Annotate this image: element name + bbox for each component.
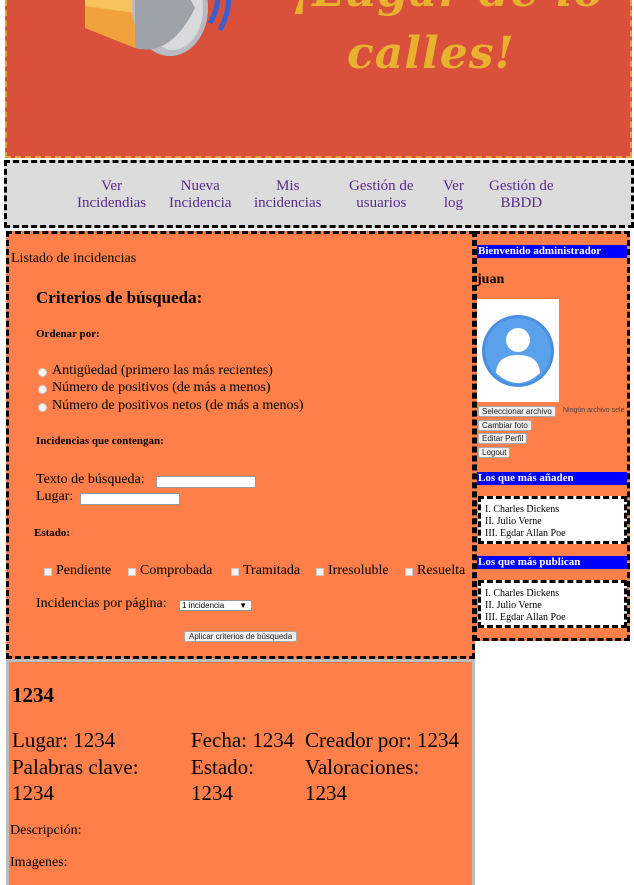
slogan-line-1: ¡Lugar de lo: [292, 0, 604, 17]
change-photo-button[interactable]: Cambiar foto: [478, 420, 532, 431]
nav-item-ver-incidencias[interactable]: Ver Incidendias: [77, 178, 146, 212]
radio-order-positives[interactable]: [38, 385, 47, 394]
top-publishers-title: Los que más publican: [477, 556, 627, 569]
incident-id: 1234: [12, 683, 54, 707]
user-avatar-icon: [482, 315, 554, 387]
list-item: I. Charles Dickens: [485, 588, 560, 599]
incident-date: Fecha: 1234: [191, 728, 295, 752]
incident-place: Lugar: 1234: [12, 728, 116, 752]
choose-file-button[interactable]: Seleccionar archivo: [478, 406, 556, 417]
list-item: II. Julio Verne: [485, 516, 542, 527]
status-option-pendiente: Pendiente: [56, 563, 112, 578]
per-page-label: Incidencias por página:: [36, 596, 167, 611]
order-option-positives: Número de positivos (de más a menos): [52, 380, 271, 395]
nav-item-ver-log[interactable]: Ver log: [443, 178, 464, 212]
incident-keywords-value: 1234: [12, 781, 54, 805]
search-text-input[interactable]: [156, 476, 256, 488]
incident-keywords-label: Palabras clave:: [12, 755, 139, 779]
welcome-banner: Bienvenido administrador: [477, 245, 627, 258]
nav-label: Ver: [443, 178, 464, 194]
nav-item-gestion-usuarios[interactable]: Gestión de usuarios: [349, 178, 414, 212]
status-option-tramitada: Tramitada: [243, 563, 301, 578]
slogan-line-2: calles!: [347, 28, 515, 79]
incident-creator: Creador por: 1234: [305, 728, 459, 752]
nav-item-mis-incidencias[interactable]: Mis incidencias: [254, 178, 321, 212]
nav-label: Nueva: [180, 178, 220, 194]
incident-images-label: Imagenes:: [10, 855, 68, 870]
edit-profile-button[interactable]: Editar Perfil: [478, 433, 528, 444]
status-label: Estado:: [34, 527, 71, 539]
user-sidebar: Bienvenido administrador juan Selecciona…: [474, 231, 630, 641]
nav-item-nueva-incidencia[interactable]: Nueva Incidencia: [169, 178, 231, 212]
nav-label: Incidendias: [77, 195, 147, 211]
page-title: Listado de incidencias: [11, 251, 137, 266]
status-option-irresoluble: Irresoluble: [328, 563, 389, 578]
top-adders-list: I. Charles Dickens II. Julio Verne III. …: [478, 496, 627, 544]
checkbox-irresoluble[interactable]: [316, 568, 324, 576]
list-item: III. Egdar Allan Poe: [485, 612, 566, 623]
incident-description-label: Descripción:: [10, 823, 82, 838]
checkbox-comprobada[interactable]: [128, 568, 136, 576]
per-page-select[interactable]: 1 incidencia ▼: [179, 600, 252, 611]
radio-order-age[interactable]: [38, 368, 47, 377]
per-page-value: 1 incidencia: [182, 601, 225, 610]
nav-label: Incidencia: [169, 195, 232, 211]
nav-item-gestion-bbdd[interactable]: Gestión de BBDD: [489, 178, 554, 212]
chevron-down-icon: ▼: [239, 601, 247, 610]
order-option-net-positives: Número de positivos netos (de más a meno…: [52, 398, 304, 413]
nav-label: log: [443, 195, 463, 211]
nav-label: BBDD: [500, 195, 543, 211]
nav-label: Gestión de: [349, 178, 414, 194]
nav-label: Gestión de: [489, 178, 554, 194]
list-item: II. Julio Verne: [485, 600, 542, 611]
avatar: [477, 299, 559, 402]
incident-status-value: 1234: [191, 781, 233, 805]
order-option-age: Antigüedad (primero las más recientes): [52, 363, 273, 378]
place-input[interactable]: [80, 493, 180, 505]
username: juan: [477, 272, 505, 287]
nav-label: incidencias: [254, 195, 322, 211]
header-banner: ¡Lugar de lo calles!: [5, 0, 632, 158]
checkbox-tramitada[interactable]: [231, 568, 239, 576]
checkbox-resuelta[interactable]: [405, 568, 413, 576]
top-adders-title: Los que más añaden: [477, 472, 627, 485]
nav-label: Ver: [101, 178, 122, 194]
checkbox-pendiente[interactable]: [44, 568, 52, 576]
list-item: III. Egdar Allan Poe: [485, 528, 566, 539]
incident-ratings-label: Valoraciones:: [305, 755, 420, 779]
megaphone-icon: [85, 0, 231, 56]
criteria-heading: Criterios de búsqueda:: [36, 288, 203, 307]
contains-label: Incidencias que contengan:: [36, 435, 164, 447]
incident-ratings-value: 1234: [305, 781, 347, 805]
nav-label: usuarios: [356, 195, 407, 211]
listing-panel: Listado de incidencias Criterios de búsq…: [6, 231, 475, 659]
incident-status-label: Estado:: [191, 755, 254, 779]
top-publishers-list: I. Charles Dickens II. Julio Verne III. …: [478, 580, 627, 628]
search-text-label: Texto de búsqueda:: [36, 472, 145, 487]
radio-order-net-positives[interactable]: [38, 403, 47, 412]
status-option-resuelta: Resuelta: [417, 563, 466, 578]
order-label: Ordenar por:: [36, 328, 100, 340]
apply-criteria-button[interactable]: Aplicar criterios de búsqueda: [184, 631, 298, 642]
nav-label: Mis: [276, 178, 300, 194]
status-option-comprobada: Comprobada: [140, 563, 213, 578]
logout-button[interactable]: Logout: [478, 447, 511, 458]
list-item: I. Charles Dickens: [485, 504, 560, 515]
place-label: Lugar:: [36, 489, 74, 504]
incident-card: 1234 Lugar: 1234 Fecha: 1234 Creador por…: [6, 659, 475, 885]
no-file-text: Ningún archivo sele: [563, 407, 625, 414]
main-nav: Ver Incidendias Nueva Incidencia Mis inc…: [4, 160, 634, 228]
